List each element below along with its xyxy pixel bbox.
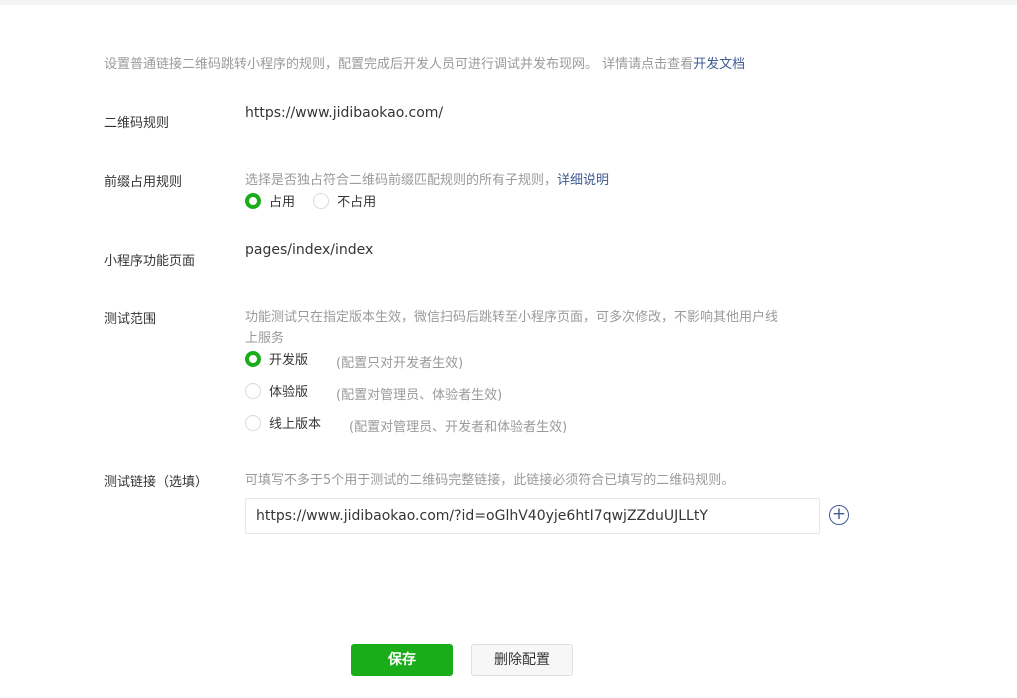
intro-desc: 设置普通链接二维码跳转小程序的规则，配置完成后开发人员可进行调试并发布现网。 详…	[104, 57, 694, 72]
details-link[interactable]: 详细说明	[557, 173, 609, 188]
radio-label: 占用	[269, 195, 296, 210]
scope-desc-2: 上服务	[245, 331, 285, 346]
radio-not-occupy[interactable]: 不占用	[313, 191, 376, 210]
test-link-desc: 可填写不多于5个用于测试的二维码完整链接，此链接必须符合已填写的二维码规则。	[245, 473, 735, 488]
radio-release[interactable]: 线上版本 (配置对管理员、开发者和体验者生效)	[245, 413, 567, 435]
scope-desc-1: 功能测试只在指定版本生效，微信扫码后跳转至小程序页面，可多次修改，不影响其他用户…	[245, 310, 779, 325]
radio-dev[interactable]: 开发版 (配置只对开发者生效)	[245, 349, 463, 371]
qr-rule-value: https://www.jidibaokao.com/	[245, 105, 444, 121]
radio-unchecked-icon[interactable]	[245, 414, 261, 431]
radio-label: 体验版	[269, 385, 309, 400]
radio-checked-icon[interactable]	[245, 350, 261, 367]
radio-unchecked-icon[interactable]	[313, 192, 330, 209]
qr-rule-label: 二维码规则	[104, 116, 170, 131]
radio-note: (配置对管理员、开发者和体验者生效)	[349, 419, 568, 435]
radio-note: (配置对管理员、体验者生效)	[336, 387, 503, 403]
prefix-label: 前缀占用规则	[104, 175, 183, 190]
radio-label: 开发版	[269, 353, 309, 368]
test-link-input[interactable]: https://www.jidibaokao.com/?id=oGlhV40yj…	[245, 498, 820, 534]
radio-occupy[interactable]: 占用	[245, 191, 295, 210]
intro-text: 设置普通链接二维码跳转小程序的规则，配置完成后开发人员可进行调试并发布现网。 详…	[104, 53, 745, 72]
radio-checked-icon[interactable]	[245, 192, 261, 209]
test-link-label: 测试链接（选填）	[104, 475, 209, 490]
scope-label: 测试范围	[104, 312, 157, 327]
save-button[interactable]: 保存	[351, 644, 453, 676]
page-label: 小程序功能页面	[104, 254, 196, 269]
add-link-icon[interactable]: +	[829, 505, 849, 525]
prefix-desc-text: 选择是否独占符合二维码前缀匹配规则的所有子规则，	[245, 173, 558, 188]
radio-unchecked-icon[interactable]	[245, 382, 261, 399]
radio-label: 不占用	[337, 195, 377, 210]
dev-docs-link[interactable]: 开发文档	[693, 57, 745, 72]
radio-label: 线上版本	[269, 417, 322, 432]
radio-trial[interactable]: 体验版 (配置对管理员、体验者生效)	[245, 381, 502, 403]
prefix-radio-group: 占用 不占用	[245, 191, 390, 213]
delete-config-button[interactable]: 删除配置	[471, 644, 573, 676]
top-bar	[0, 0, 1017, 5]
prefix-desc: 选择是否独占符合二维码前缀匹配规则的所有子规则，详细说明	[245, 169, 609, 188]
page-value: pages/index/index	[245, 242, 374, 258]
radio-note: (配置只对开发者生效)	[336, 355, 464, 371]
